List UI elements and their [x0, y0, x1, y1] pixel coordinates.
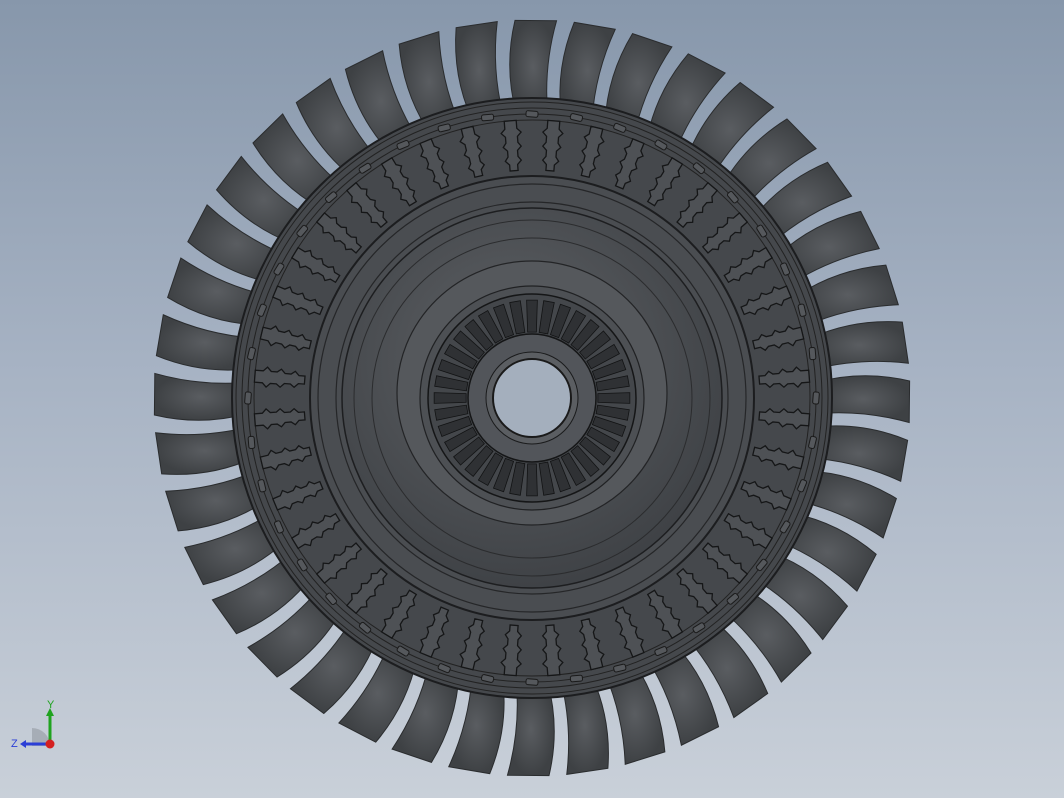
orientation-triad[interactable]: Y Z: [8, 698, 68, 758]
spline-tooth: [433, 392, 467, 404]
lock-tab: [247, 435, 256, 449]
lock-tab: [481, 113, 495, 122]
lock-tab: [244, 391, 252, 405]
spline-tooth: [526, 299, 538, 333]
lock-tab: [525, 678, 539, 686]
z-axis-arrowhead: [20, 740, 26, 748]
z-axis-label: Z: [11, 738, 18, 750]
lock-tab: [569, 674, 583, 683]
center-bore: [492, 358, 572, 438]
lock-tab: [525, 110, 539, 118]
lock-tab: [808, 347, 817, 361]
turbine-disk-model[interactable]: [0, 0, 1064, 798]
graphics-viewport[interactable]: Y Z: [0, 0, 1064, 798]
spline-tooth: [597, 392, 631, 404]
lock-tab: [812, 391, 820, 405]
y-axis-label: Y: [47, 699, 55, 711]
spline-tooth: [526, 463, 538, 497]
x-axis-dot: [45, 739, 55, 749]
